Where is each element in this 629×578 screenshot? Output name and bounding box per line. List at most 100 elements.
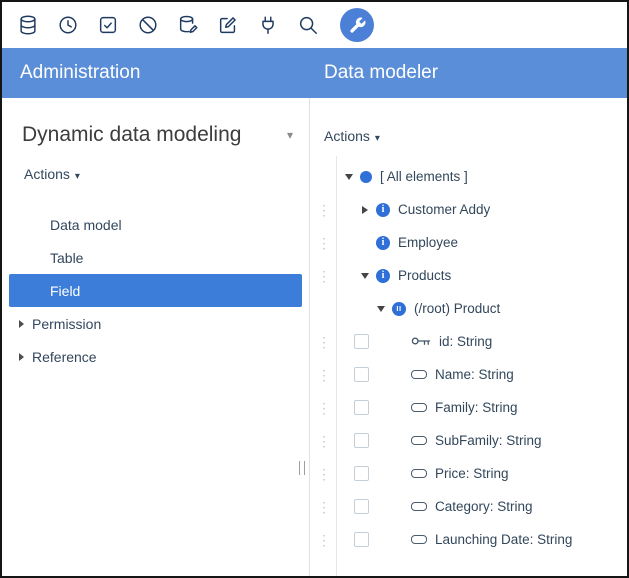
modeler-header: Data modeler [310,48,627,98]
sidebar-item-label: Table [50,250,83,266]
expander-down-icon[interactable] [358,273,372,279]
top-toolbar [2,2,627,48]
tree-row: ⋮ id: String [316,325,627,358]
sidebar-item-reference[interactable]: Reference [2,340,309,373]
admin-header: Administration [2,48,310,98]
caret-down-icon: ▾ [75,171,80,182]
drag-handle-icon[interactable]: ⋮ [316,533,332,547]
sidebar-item-table[interactable]: Table [2,241,309,274]
checkbox[interactable] [354,400,369,415]
task-check-icon-svg [97,14,119,36]
database-icon[interactable] [16,13,40,37]
task-check-icon[interactable] [96,13,120,37]
expander-down-icon[interactable] [374,306,388,312]
drag-handle-icon[interactable]: ⋮ [316,368,332,382]
tree-node-label[interactable]: Category: String [435,499,533,514]
database-icon-svg [17,14,39,36]
checkbox[interactable] [354,367,369,382]
chevron-right-icon [19,353,24,361]
drag-handle-icon[interactable]: ⋮ [316,500,332,514]
clock-icon[interactable] [56,13,80,37]
data-modeler-panel: Actions ▾ [ All elements ] ⋮ i Customer Addy… [310,98,627,576]
tree-row: ⋮iProducts [316,259,627,292]
sidebar-item-label: Reference [32,349,97,365]
key-icon [411,335,431,348]
plug-icon[interactable] [256,13,280,37]
sidebar-item-field[interactable]: Field [9,274,302,307]
drag-handle-icon[interactable]: ⋮ [316,467,332,481]
checkbox[interactable] [354,433,369,448]
sidebar-item-permission[interactable]: Permission [2,307,309,340]
sidebar-item-label: Field [50,283,80,299]
field-icon [411,370,427,379]
sidebar-items: Data model Table Field Permission Reference [2,208,309,373]
ban-icon[interactable] [136,13,160,37]
field-icon [411,469,427,478]
sidebar-actions-menu[interactable]: Actions ▾ [24,166,309,182]
checkbox[interactable] [354,499,369,514]
expander-down-icon[interactable] [342,174,356,180]
field-icon [411,535,427,544]
search-icon-svg [297,14,319,36]
main-area: Dynamic data modeling ▾ Actions ▾ Data mo… [2,98,627,576]
tree-node-label[interactable]: Products [398,268,451,283]
tree-node-label[interactable]: Family: String [435,400,518,415]
entity-icon: II [392,302,406,316]
tree-row: ⋮ Family: String [316,391,627,424]
field-icon [411,436,427,445]
tree-row: II (/root) Product [316,292,627,325]
database-edit-icon-svg [177,14,199,36]
search-icon[interactable] [296,13,320,37]
clock-icon-svg [57,14,79,36]
tree-node-label[interactable]: SubFamily: String [435,433,542,448]
tree-node-label[interactable]: Customer Addy [398,202,490,217]
tree-row: ⋮ Name: String [316,358,627,391]
sidebar-item-label: Data model [50,217,122,233]
modeler-header-title: Data modeler [324,62,438,84]
sidebar-item-data-model[interactable]: Data model [2,208,309,241]
wrench-icon [348,16,367,35]
admin-sidebar: Dynamic data modeling ▾ Actions ▾ Data mo… [2,98,310,576]
splitter-grip[interactable] [299,461,305,475]
compose-icon[interactable] [216,13,240,37]
tree: [ All elements ]⋮iCustomer Addy⋮iEmploye… [316,160,627,576]
tree-node-label[interactable]: Price: String [435,466,509,481]
database-edit-icon[interactable] [176,13,200,37]
active-tool-button[interactable] [340,8,374,42]
drag-handle-icon[interactable]: ⋮ [316,335,332,349]
tree-node-label[interactable]: Employee [398,235,458,250]
checkbox[interactable] [354,466,369,481]
page-title-row: Dynamic data modeling ▾ [2,120,309,150]
modeler-actions-label: Actions [324,128,370,144]
admin-header-title: Administration [20,62,140,84]
chevron-right-icon [19,320,24,328]
field-icon [411,502,427,511]
page-title: Dynamic data modeling [22,123,241,147]
expander-right-icon[interactable] [358,206,372,214]
drag-handle-icon[interactable]: ⋮ [316,236,332,250]
tree-node-label[interactable]: Name: String [435,367,514,382]
tree-row: ⋮ Category: String [316,490,627,523]
tree-row: [ All elements ] [316,160,627,193]
drag-handle-icon[interactable]: ⋮ [316,203,332,217]
tree-row: ⋮ Price: String [316,457,627,490]
drag-handle-icon[interactable]: ⋮ [316,434,332,448]
element-dot-icon [360,171,372,183]
tree-node-label[interactable]: (/root) Product [414,301,500,316]
checkbox[interactable] [354,334,369,349]
caret-down-icon: ▾ [375,133,380,144]
header-bar: Administration Data modeler [2,48,627,98]
checkbox[interactable] [354,532,369,547]
drag-handle-icon[interactable]: ⋮ [316,269,332,283]
tree-node-label[interactable]: Launching Date: String [435,532,572,547]
sidebar-actions-label: Actions [24,166,70,182]
plug-icon-svg [257,14,279,36]
compose-icon-svg [217,14,239,36]
tree-node-label[interactable]: id: String [439,334,492,349]
tree-node-label[interactable]: [ All elements ] [380,169,468,184]
info-icon: i [376,236,390,250]
title-chevron-down-icon[interactable]: ▾ [287,128,293,142]
modeler-actions-menu[interactable]: Actions ▾ [324,128,627,144]
drag-handle-icon[interactable]: ⋮ [316,401,332,415]
ban-icon-svg [137,14,159,36]
